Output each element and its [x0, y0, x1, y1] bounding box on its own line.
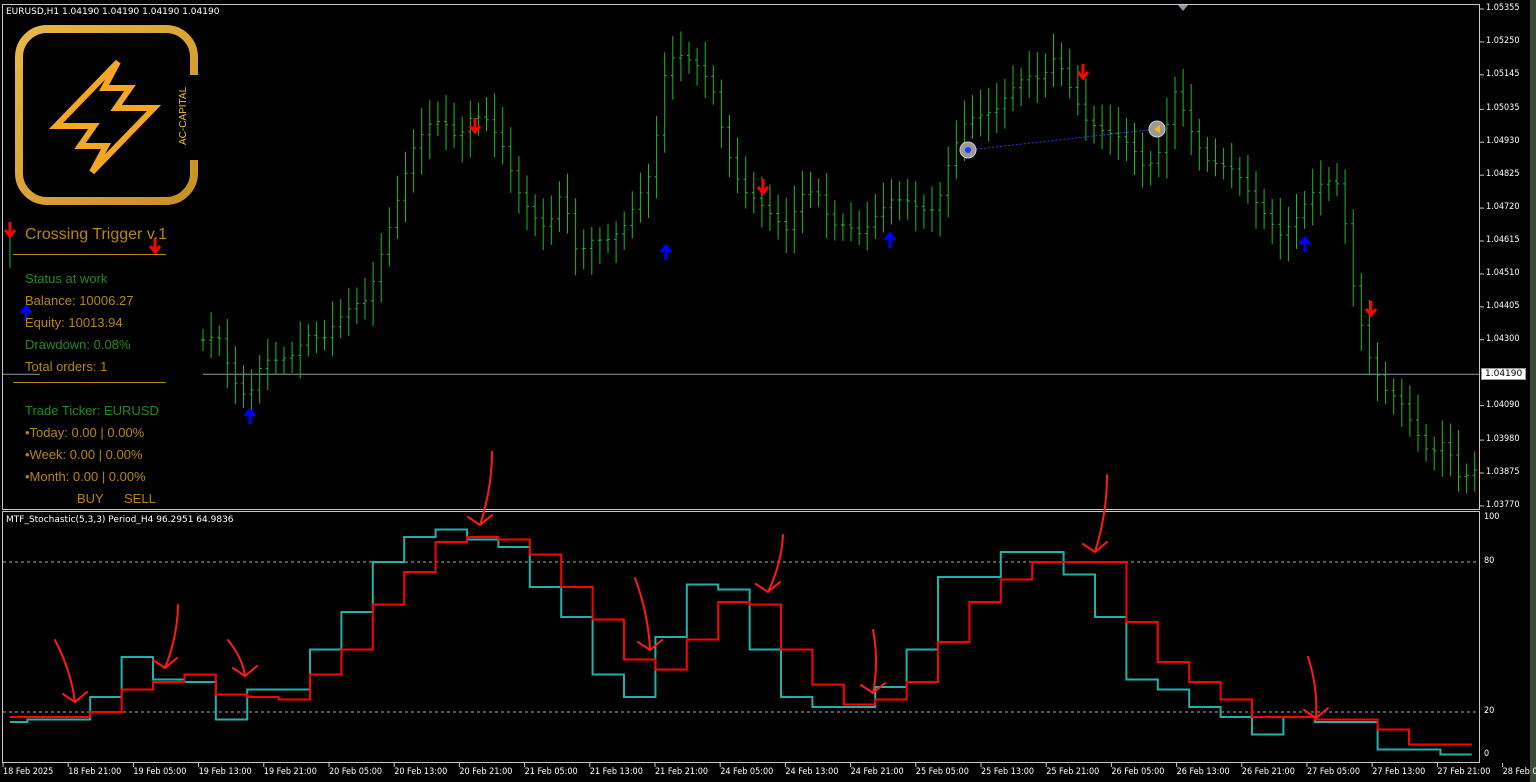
lightning-bolt-icon [48, 59, 162, 175]
price-tick-label: 1.03770 [1486, 499, 1520, 510]
time-tick-label: 25 Feb 05:00 [915, 767, 969, 777]
ticker-text: Trade Ticker: EURUSD [25, 403, 159, 418]
time-tick-label: 26 Feb 21:00 [1241, 767, 1295, 777]
chart-canvas [2, 5, 1504, 767]
indicator-label: MTF_Stochastic(5,3,3) Period_H4 96.2951 … [6, 515, 234, 525]
time-tick-label: 20 Feb 05:00 [329, 767, 383, 777]
time-tick-label: 19 Feb 13:00 [198, 767, 252, 777]
panel-divider [13, 254, 166, 255]
price-tick-label: 1.05035 [1486, 103, 1520, 114]
logo-brand-text: AC-CAPITAL [178, 86, 189, 145]
time-tick-label: 26 Feb 05:00 [1111, 767, 1165, 777]
annotation-arrow-icon [227, 639, 258, 678]
price-tick-label: 1.04510 [1486, 267, 1520, 278]
symbol-header: EURUSD,H1 1.04190 1.04190 1.04190 1.0419… [6, 7, 220, 17]
annotation-arrow-icon [860, 629, 886, 695]
indicator-tick-label: 80 [1484, 556, 1495, 566]
trade-open-dot [965, 147, 971, 153]
indicator-tick-label: 100 [1484, 512, 1500, 522]
price-tick-label: 1.04090 [1486, 399, 1520, 410]
time-tick-label: 26 Feb 13:00 [1176, 767, 1230, 777]
chart-shift-marker [1178, 5, 1188, 11]
time-tick-label: 19 Feb 21:00 [263, 767, 317, 777]
time-tick-label: 27 Feb 05:00 [1307, 767, 1361, 777]
annotation-arrow-icon [634, 577, 663, 652]
buy-arrow-icon [883, 231, 897, 248]
status-text: Status at work [25, 271, 108, 286]
time-tick-label: 28 Feb 05:00 [1502, 767, 1536, 777]
annotation-arrow-icon [152, 604, 179, 670]
price-tick-label: 1.04615 [1486, 235, 1520, 245]
price-tick-label: 1.04825 [1486, 169, 1520, 180]
time-tick-label: 24 Feb 05:00 [720, 767, 774, 777]
drawdown-text: Drawdown: 0.08% [25, 337, 131, 352]
time-tick-label: 27 Feb 21:00 [1437, 767, 1491, 777]
annotation-arrow-icon [467, 451, 493, 527]
price-tick-label: 1.03875 [1486, 467, 1520, 478]
annotation-arrow-icon [755, 534, 784, 594]
time-tick-label: 21 Feb 05:00 [524, 767, 578, 777]
buy-button[interactable]: BUY [77, 491, 104, 506]
time-tick-label: 19 Feb 05:00 [133, 767, 187, 777]
sell-arrow-icon [756, 179, 770, 196]
time-tick-label: 18 Feb 2025 [3, 767, 54, 777]
indicator-tick-label: 0 [1484, 749, 1490, 759]
panel-title: Crossing Trigger v.1 [25, 226, 167, 243]
sell-button[interactable]: SELL [124, 491, 156, 506]
buy-arrow-icon [659, 243, 673, 260]
price-tick-label: 1.03980 [1486, 434, 1520, 445]
time-tick-label: 24 Feb 13:00 [785, 767, 839, 777]
annotation-arrow-icon [1303, 656, 1329, 720]
buy-arrow-icon [1298, 235, 1312, 252]
current-price-tag: 1.04190 [1481, 368, 1527, 380]
balance-text: Balance: 10006.27 [25, 293, 134, 308]
equity-text: Equity: 10013.94 [25, 315, 123, 330]
time-tick-label: 20 Feb 13:00 [394, 767, 448, 777]
time-tick-label: 18 Feb 21:00 [68, 767, 122, 777]
sell-arrow-icon [1076, 64, 1090, 81]
buy-arrow-icon [243, 407, 257, 424]
time-tick-label: 20 Feb 21:00 [459, 767, 513, 777]
today-text: •Today: 0.00 | 0.00% [25, 425, 145, 440]
price-tick-label: 1.04930 [1486, 136, 1520, 147]
price-tick-label: 1.04300 [1486, 333, 1520, 344]
time-tick-label: 21 Feb 13:00 [589, 767, 643, 777]
price-tick-label: 1.04720 [1486, 202, 1520, 213]
time-tick-label: 27 Feb 13:00 [1372, 767, 1426, 777]
panel-divider [13, 382, 166, 383]
month-text: •Month: 0.00 | 0.00% [25, 469, 146, 484]
annotation-arrow-icon [54, 639, 88, 704]
annotation-arrow-icon [1082, 474, 1108, 554]
total-orders-text: Total orders: 1 [25, 359, 108, 374]
price-tick-label: 1.05250 [1486, 35, 1520, 46]
time-tick-label: 25 Feb 21:00 [1046, 767, 1100, 777]
price-tick-label: 1.05145 [1486, 68, 1520, 79]
sell-arrow-icon [1364, 301, 1378, 318]
time-tick-label: 21 Feb 21:00 [655, 767, 709, 777]
trading-chart-window: EURUSD,H1 1.04190 1.04190 1.04190 1.0419… [0, 0, 1536, 782]
time-tick-label: 24 Feb 21:00 [850, 767, 904, 777]
time-tick-label: 25 Feb 13:00 [981, 767, 1035, 777]
price-tick-label: 1.05355 [1486, 3, 1520, 13]
indicator-tick-label: 20 [1484, 706, 1495, 716]
week-text: •Week: 0.00 | 0.00% [25, 447, 143, 462]
price-tick-label: 1.04405 [1486, 300, 1520, 311]
